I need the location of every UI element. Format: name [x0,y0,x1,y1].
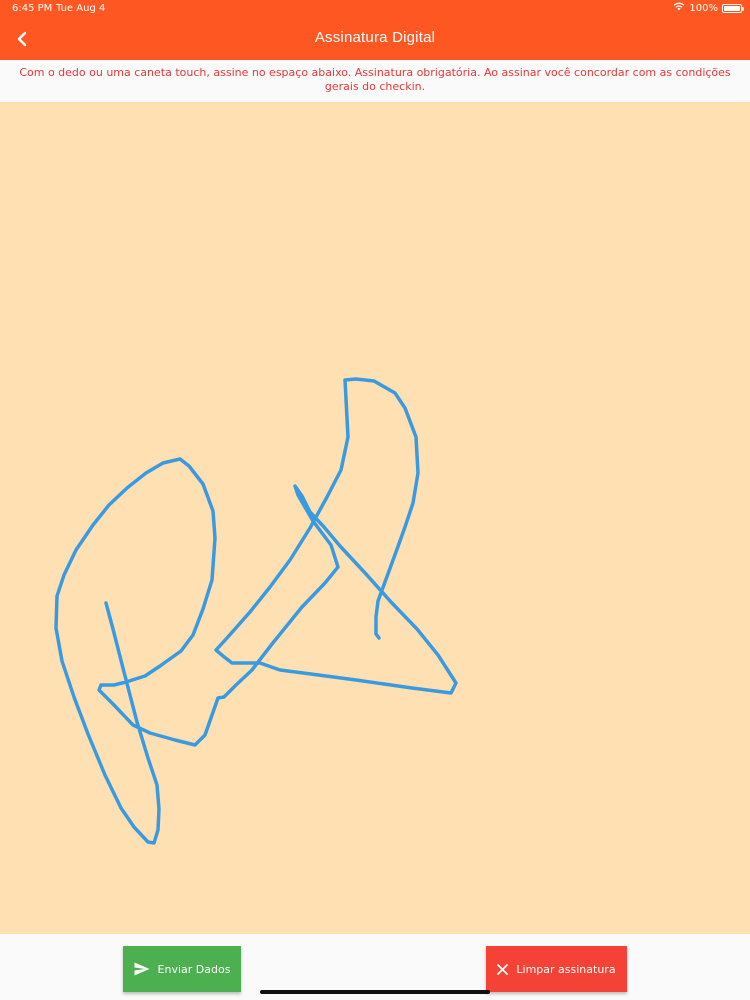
home-indicator[interactable] [260,990,490,994]
wifi-icon [673,2,685,14]
status-time: 6:45 PM [12,3,53,14]
status-date: Tue Aug 4 [56,3,106,14]
signature-pad[interactable] [0,102,750,934]
clear-signature-button[interactable]: Limpar assinatura [486,946,627,992]
signature-screen: 6:45 PM Tue Aug 4 100% Assinatura Digita… [0,0,750,1000]
battery-icon [722,3,744,13]
signature-stroke [54,377,458,845]
clear-signature-label: Limpar assinatura [516,962,616,976]
send-icon [134,962,150,976]
page-title: Assinatura Digital [314,29,436,46]
signature-instructions: Com o dedo ou uma caneta touch, assine n… [0,60,750,102]
status-indicators: 100% [673,2,744,14]
battery-level [724,5,740,11]
signature-canvas[interactable] [0,102,750,934]
close-icon [497,963,509,975]
battery-percentage: 100% [689,2,718,14]
send-data-label: Enviar Dados [157,962,231,976]
send-data-button[interactable]: Enviar Dados [123,946,241,992]
signature-drawing [54,377,458,845]
app-bar: 6:45 PM Tue Aug 4 100% Assinatura Digita… [0,0,750,60]
